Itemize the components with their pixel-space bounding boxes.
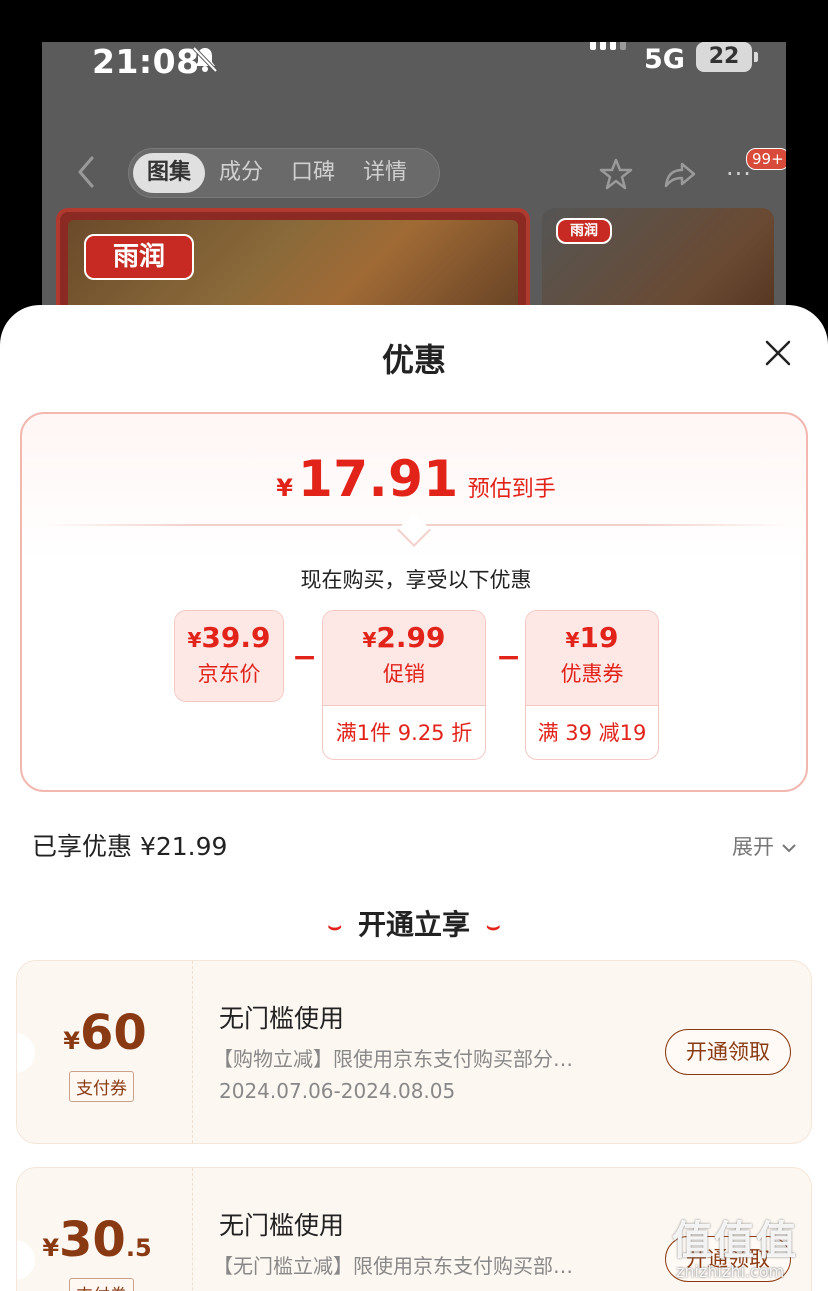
coupon-box: ¥19 优惠券 满 39 减19: [525, 610, 659, 760]
tab-ingredients[interactable]: 成分: [205, 153, 277, 193]
coupon-title: 无门槛使用: [219, 1004, 345, 1033]
coupon-desc: 【无门槛立减】限使用京东支付购买部…: [213, 1254, 573, 1278]
tab-reviews[interactable]: 口碑: [277, 153, 349, 193]
activate-claim-button[interactable]: 开通领取: [665, 1029, 791, 1075]
jd-price-box: ¥39.9 京东价: [174, 610, 284, 702]
close-icon[interactable]: [762, 337, 794, 369]
jd-price-value: 39.9: [201, 621, 271, 654]
breakdown-subhead: 现在购买，享受以下优惠: [300, 568, 532, 592]
coupon-amount-area: ¥30.5 支付券: [17, 1168, 193, 1291]
enjoyed-discount: 已享优惠 ¥21.99: [32, 832, 228, 861]
currency-symbol: ¥: [565, 628, 580, 652]
expand-toggle[interactable]: 展开: [732, 831, 797, 861]
promotion-rule: 满1件 9.25 折: [323, 705, 485, 759]
discount-sheet: 优惠 ¥ 17.91 预估到手 现在购买，享受以下优惠 ¥39.9 京东价 − …: [0, 305, 828, 1291]
coupon-amount-area: ¥60 支付券: [17, 961, 193, 1143]
section-title: ⌣ 开通立享 ⌣: [327, 908, 501, 941]
jd-price-label: 京东价: [197, 662, 261, 686]
network-type: 5G: [644, 44, 685, 75]
price-summary-card: ¥ 17.91 预估到手 现在购买，享受以下优惠 ¥39.9 京东价 − ¥2.…: [20, 412, 808, 792]
back-icon[interactable]: [72, 154, 102, 190]
brand-logo: 雨润: [84, 234, 194, 280]
divider-notch: [397, 513, 431, 547]
status-time: 21:08: [92, 42, 200, 81]
brand-logo-small: 雨润: [556, 218, 612, 244]
promotion-box: ¥2.99 促销 满1件 9.25 折: [322, 610, 486, 760]
currency-symbol: ¥: [187, 628, 202, 652]
minus-sign: −: [292, 640, 318, 675]
decor-right-icon: ⌣: [486, 913, 501, 939]
chevron-down-icon: [781, 844, 796, 853]
sheet-title: 优惠: [381, 341, 446, 379]
coupon-title: 无门槛使用: [219, 1211, 345, 1240]
coupon-amount: ¥30.5: [42, 1212, 152, 1268]
tab-details[interactable]: 详情: [349, 153, 421, 193]
coupon-period: 2024.07.06-2024.08.05: [219, 1079, 456, 1103]
coupon-rule: 满 39 减19: [526, 705, 658, 759]
decor-left-icon: ⌣: [327, 913, 342, 939]
currency-symbol: ¥: [362, 628, 377, 652]
expand-label: 展开: [732, 835, 774, 859]
favorite-star-icon[interactable]: [598, 156, 634, 192]
coupon-card: ¥60 支付券 无门槛使用 【购物立减】限使用京东支付购买部分… 2024.07…: [16, 960, 812, 1144]
tab-gallery[interactable]: 图集: [133, 153, 206, 193]
coupon-desc: 【购物立减】限使用京东支付购买部分…: [213, 1047, 573, 1071]
minus-sign: −: [496, 640, 522, 675]
coupon-type-tag: 支付券: [69, 1278, 134, 1291]
promotion-label: 促销: [383, 662, 425, 686]
bell-muted-icon: [192, 46, 218, 73]
coupon-type-tag: 支付券: [69, 1071, 134, 1102]
estimated-price: ¥ 17.91 预估到手: [22, 450, 810, 508]
share-icon[interactable]: [662, 156, 698, 192]
battery-icon: 22: [696, 42, 758, 72]
estimated-amount: 17.91: [298, 450, 459, 508]
product-nav-bar: 图集 成分 口碑 详情 ··· 99+: [42, 142, 786, 202]
notification-badge: 99+: [746, 148, 786, 170]
coupon-label: 优惠券: [560, 662, 624, 686]
product-tabs: 图集 成分 口碑 详情: [128, 148, 440, 198]
coupon-amount: ¥60: [63, 1005, 147, 1061]
currency-symbol: ¥: [276, 474, 293, 502]
site-watermark: 值值值 znizhizhi.com: [672, 1218, 798, 1281]
estimated-label: 预估到手: [467, 477, 556, 502]
coupon-value: 19: [579, 621, 619, 654]
status-bar: 21:08 5G 22: [42, 42, 786, 102]
promotion-value: 2.99: [376, 621, 446, 654]
